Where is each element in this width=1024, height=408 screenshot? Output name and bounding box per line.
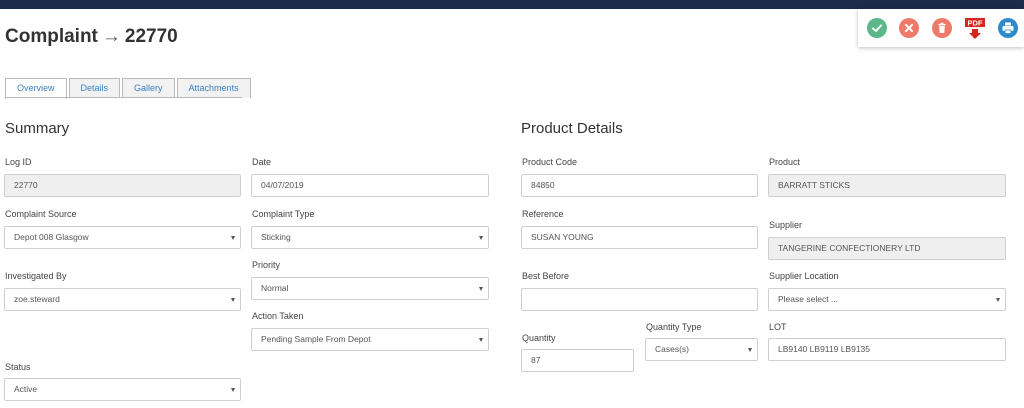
product-field: BARRATT STICKS [768, 174, 1006, 197]
page-title: Complaint → 22770 [5, 26, 178, 48]
chevron-down-icon [231, 298, 235, 302]
status-label: Status [5, 362, 31, 372]
date-label: Date [252, 157, 272, 167]
delete-button[interactable] [932, 18, 952, 38]
quantity-field[interactable]: 87 [521, 349, 634, 372]
priority-select[interactable]: Normal [251, 277, 489, 300]
action-taken-select[interactable]: Pending Sample From Depot [251, 328, 489, 351]
chevron-down-icon [748, 348, 752, 352]
complaint-type-value: Sticking [261, 232, 291, 242]
trash-icon [938, 22, 946, 33]
lot-label: LOT [769, 322, 787, 332]
tab-attachments[interactable]: Attachments [176, 78, 251, 98]
investigated-by-select[interactable]: zoe.steward [4, 288, 241, 311]
tab-overview[interactable]: Overview [5, 78, 67, 99]
tab-bar: Overview Details Gallery Attachments [5, 78, 253, 99]
check-icon [872, 24, 882, 32]
printer-icon [1002, 22, 1014, 34]
close-icon [905, 24, 913, 32]
log-id-label: Log ID [5, 157, 32, 167]
investigated-by-label: Investigated By [5, 271, 67, 281]
supplier-location-placeholder: Please select ... [778, 294, 839, 304]
complaint-source-value: Depot 008 Glasgow [14, 232, 89, 242]
tab-divider [5, 97, 242, 98]
chevron-down-icon [479, 236, 483, 240]
tab-details[interactable]: Details [68, 78, 121, 98]
supplier-field: TANGERINE CONFECTIONERY LTD [768, 237, 1006, 260]
supplier-location-select[interactable]: Please select ... [768, 288, 1006, 311]
best-before-field[interactable] [521, 288, 758, 311]
reference-field[interactable]: SUSAN YOUNG [521, 226, 758, 249]
action-taken-label: Action Taken [252, 311, 304, 321]
date-field[interactable]: 04/07/2019 [251, 174, 489, 197]
supplier-location-label: Supplier Location [769, 271, 839, 281]
complaint-type-select[interactable]: Sticking [251, 226, 489, 249]
investigated-by-value: zoe.steward [14, 294, 60, 304]
chevron-down-icon [479, 338, 483, 342]
product-code-label: Product Code [522, 157, 578, 167]
chevron-down-icon [231, 236, 235, 240]
priority-label: Priority [252, 260, 281, 270]
approve-button[interactable] [867, 18, 887, 38]
quantity-type-label: Quantity Type [646, 322, 702, 332]
top-nav-bar [0, 0, 1024, 9]
tab-gallery[interactable]: Gallery [122, 78, 175, 98]
status-value: Active [14, 384, 38, 394]
lot-field[interactable]: LB9140 LB9119 LB9135 [768, 338, 1006, 361]
record-type: Complaint [5, 26, 98, 47]
record-id: 22770 [124, 26, 178, 47]
quantity-type-select[interactable]: Cases(s) [645, 338, 758, 361]
print-button[interactable] [998, 18, 1018, 38]
product-label: Product [769, 157, 801, 167]
chevron-down-icon [231, 388, 235, 392]
product-code-field[interactable]: 84850 [521, 174, 758, 197]
priority-value: Normal [261, 283, 289, 293]
pdf-label: PDF [968, 19, 983, 28]
best-before-label: Best Before [522, 271, 570, 281]
action-taken-value: Pending Sample From Depot [261, 334, 371, 344]
arrow-right-icon: → [101, 26, 121, 47]
reference-label: Reference [522, 209, 564, 219]
complaint-source-label: Complaint Source [5, 209, 77, 219]
chevron-down-icon [996, 298, 1000, 302]
action-toolbar: PDF [858, 9, 1024, 47]
complaint-source-select[interactable]: Depot 008 Glasgow [4, 226, 241, 249]
status-select[interactable]: Active [4, 378, 241, 401]
reject-button[interactable] [899, 18, 919, 38]
pdf-icon: PDF [965, 18, 985, 39]
log-id-field: 22770 [4, 174, 241, 197]
quantity-label: Quantity [522, 333, 556, 343]
export-pdf-button[interactable]: PDF [964, 17, 986, 41]
summary-title: Summary [5, 120, 70, 137]
quantity-type-value: Cases(s) [655, 344, 690, 354]
chevron-down-icon [479, 287, 483, 291]
product-details-title: Product Details [521, 120, 623, 137]
supplier-label: Supplier [769, 220, 803, 230]
complaint-type-label: Complaint Type [252, 209, 315, 219]
